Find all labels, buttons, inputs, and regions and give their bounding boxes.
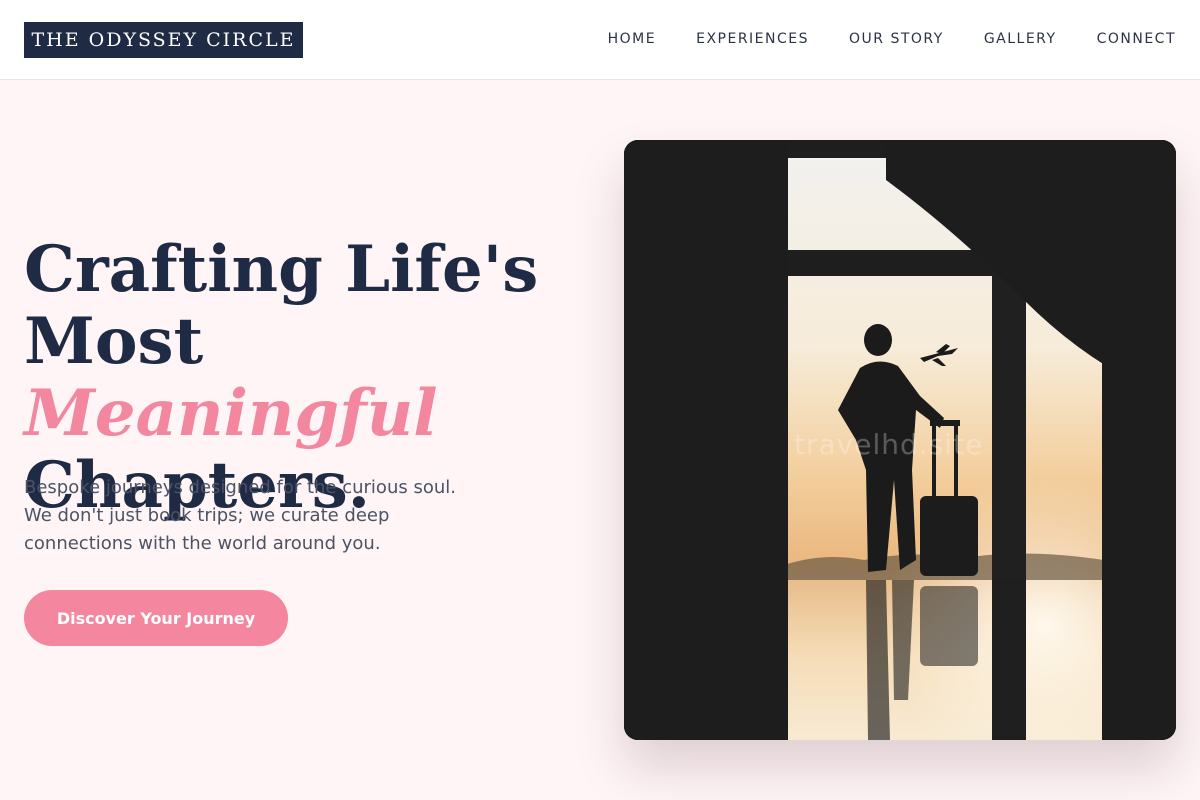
discover-journey-button[interactable]: Discover Your Journey	[24, 590, 288, 646]
headline-accent-word: Meaningful	[24, 376, 438, 451]
site-header: THE ODYSSEY CIRCLE HOME EXPERIENCES OUR …	[0, 0, 1200, 80]
nav-link-gallery[interactable]: GALLERY	[984, 31, 1057, 47]
nav-link-home[interactable]: HOME	[608, 31, 656, 47]
hero-subtext: Bespoke journeys designed for the curiou…	[24, 477, 456, 554]
nav-link-experiences[interactable]: EXPERIENCES	[696, 31, 809, 47]
nav-link-our-story[interactable]: OUR STORY	[849, 31, 944, 47]
main-navigation: HOME EXPERIENCES OUR STORY GALLERY CONNE…	[608, 31, 1176, 47]
site-logo[interactable]: THE ODYSSEY CIRCLE	[24, 22, 303, 58]
hero-image-traveler-silhouette: travelhd.site	[624, 140, 1176, 740]
headline-line-2-prefix: Most	[24, 304, 204, 379]
headline-line-1: Crafting Life's	[24, 232, 539, 307]
image-watermark: travelhd.site	[794, 428, 984, 461]
nav-link-connect[interactable]: CONNECT	[1097, 31, 1176, 47]
